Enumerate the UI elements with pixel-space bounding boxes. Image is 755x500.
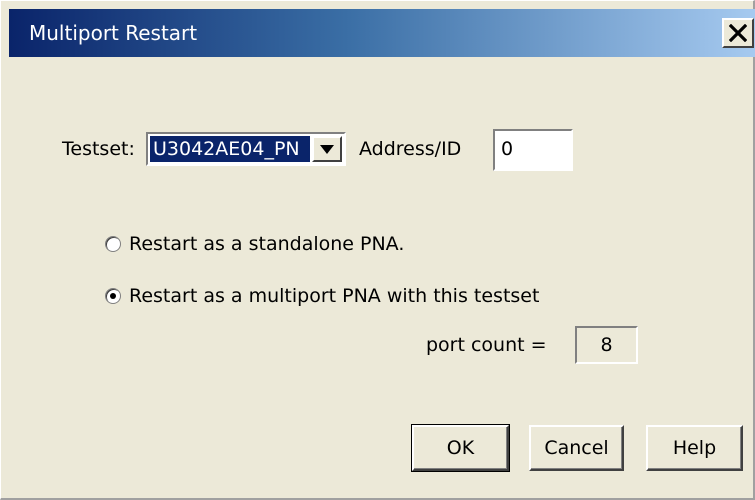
address-id-label: Address/ID (359, 138, 462, 160)
multiport-radio[interactable] (105, 288, 121, 304)
title-bar[interactable]: Multiport Restart (9, 9, 755, 57)
port-count-label: port count = (426, 334, 547, 356)
port-count-value: 8 (575, 326, 638, 364)
testset-selected-value[interactable]: U3042AE04_PN (150, 136, 310, 162)
standalone-radio[interactable] (105, 236, 121, 252)
close-icon (729, 24, 747, 42)
chevron-down-icon (320, 144, 334, 154)
window-title: Multiport Restart (29, 21, 198, 45)
testset-label: Testset: (62, 138, 135, 160)
help-button[interactable]: Help (646, 425, 743, 471)
multiport-option[interactable]: Restart as a multiport PNA with this tes… (105, 284, 539, 308)
address-id-input[interactable]: 0 (493, 129, 573, 171)
radio-selected-dot (110, 293, 116, 299)
close-button[interactable] (722, 18, 754, 48)
cancel-button[interactable]: Cancel (529, 425, 624, 471)
testset-dropdown[interactable]: U3042AE04_PN (146, 132, 346, 166)
testset-dropdown-button[interactable] (312, 136, 342, 162)
standalone-option-label: Restart as a standalone PNA. (129, 233, 405, 255)
multiport-option-label: Restart as a multiport PNA with this tes… (129, 285, 540, 307)
standalone-option[interactable]: Restart as a standalone PNA. (105, 232, 404, 256)
ok-button[interactable]: OK (411, 424, 510, 472)
multiport-restart-dialog: Multiport Restart Testset: U3042AE04_PN … (0, 0, 755, 500)
